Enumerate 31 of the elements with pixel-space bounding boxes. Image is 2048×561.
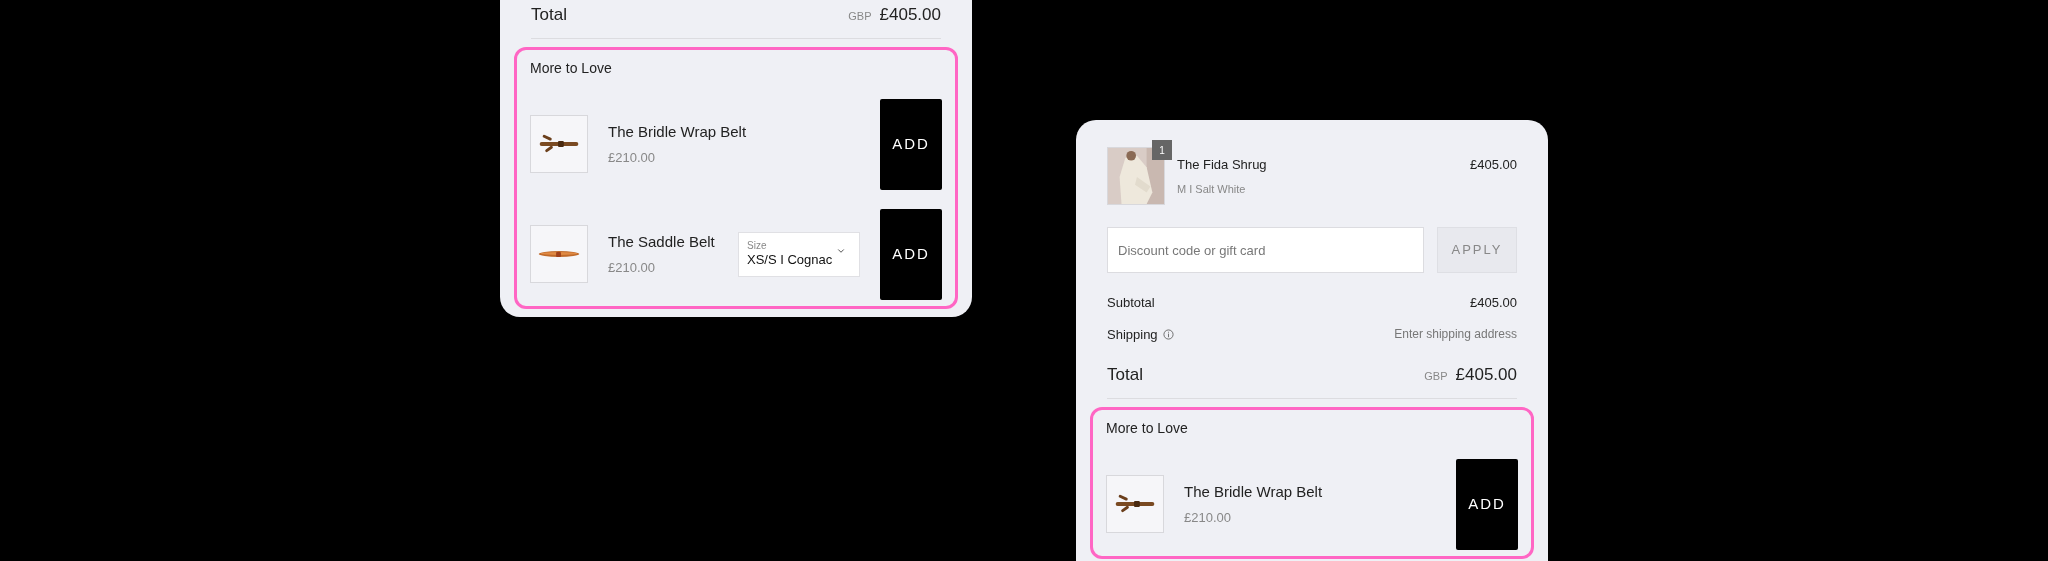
product-name: The Fida Shrug [1177,156,1268,174]
size-select[interactable]: Size XS/S I Cognac [738,231,860,277]
discount-field[interactable]: Discount code or gift card [1107,227,1424,273]
section-title: More to Love [1106,418,1189,438]
size-label: Size [747,239,768,253]
product-price: £210.00 [608,148,656,167]
size-value: XS/S I Cognac [747,252,833,269]
subtotal-label: Subtotal [1107,294,1155,312]
total-amount: £405.00 [879,4,941,26]
help-icon [1162,328,1174,340]
product-price: £210.00 [1184,508,1232,527]
add-button[interactable]: ADD [880,98,942,190]
quantity-badge: 1 [1152,140,1172,160]
product-name: The Bridle Wrap Belt [1184,482,1324,502]
product-name: The Saddle Belt [608,232,716,252]
chevron-down-icon [836,246,847,256]
shipping-label: Shipping [1107,325,1158,344]
currency-code: GBP [848,9,872,24]
total-amount: £405.00 [1455,364,1517,386]
product-name: The Bridle Wrap Belt [608,122,748,142]
subtotal-amount: £405.00 [1470,294,1517,312]
section-title: More to Love [530,58,613,78]
total-label: Total [531,4,567,26]
product-variant: M I Salt White [1177,181,1247,197]
product-price: £405.00 [1470,156,1517,174]
add-button[interactable]: ADD [1456,458,1518,550]
total-label: Total [1107,364,1143,386]
add-button[interactable]: ADD [880,208,942,300]
shipping-value: Enter shipping address [1394,326,1517,344]
product-price: £210.00 [608,258,656,277]
currency-code: GBP [1424,369,1448,384]
